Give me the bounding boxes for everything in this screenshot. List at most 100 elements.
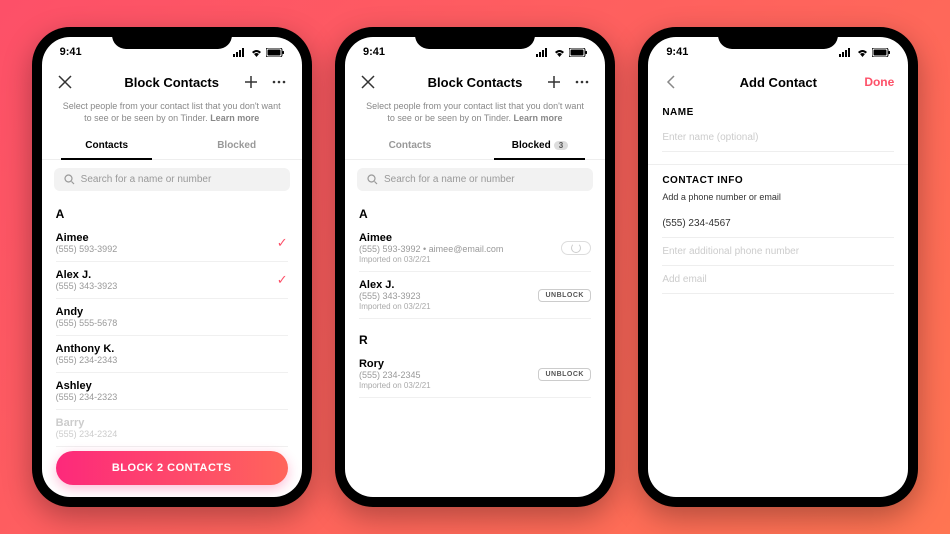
contact-row[interactable]: Barry(555) 234-2324: [56, 410, 288, 447]
name-label: NAME: [662, 107, 894, 118]
contact-phone: (555) 343-3923: [56, 281, 118, 291]
contact-row[interactable]: Alex J.(555) 343-3923 ✓: [56, 262, 288, 299]
contact-phone: (555) 234-2323: [56, 392, 118, 402]
status-time: 9:41: [363, 46, 385, 58]
contact-meta: Imported on 03/2/21: [359, 302, 431, 311]
search-icon: [64, 174, 75, 185]
header: Add Contact Done: [648, 67, 908, 97]
header: Block Contacts: [345, 67, 605, 97]
name-input[interactable]: Enter name (optional): [662, 124, 894, 152]
notch: [112, 27, 232, 49]
close-icon: [58, 75, 72, 89]
phone-frame-2: 9:41 Block Contacts Select peopl: [335, 27, 615, 507]
learn-more-link[interactable]: Learn more: [514, 113, 563, 123]
add-button[interactable]: [242, 73, 260, 91]
section-header-a: A: [359, 207, 591, 221]
add-button[interactable]: [545, 73, 563, 91]
tab-blocked[interactable]: Blocked: [172, 132, 302, 159]
phone-input[interactable]: (555) 234-4567: [662, 210, 894, 238]
contact-name: Andy: [56, 306, 118, 318]
plus-icon: [547, 75, 561, 89]
screen-2: 9:41 Block Contacts Select peopl: [345, 37, 605, 497]
tab-blocked[interactable]: Blocked3: [475, 132, 605, 159]
unblock-button[interactable]: UNBLOCK: [538, 289, 591, 302]
notch: [415, 27, 535, 49]
blocked-count-badge: 3: [554, 141, 568, 150]
phone-frame-1: 9:41 Block Contacts Select peopl: [32, 27, 312, 507]
unblock-button[interactable]: UNBLOCK: [538, 368, 591, 381]
block-contacts-button[interactable]: BLOCK 2 CONTACTS: [56, 451, 288, 485]
screen-3: 9:41 Add Contact Done NAME Enter name (o…: [648, 37, 908, 497]
subtitle: Select people from your contact list tha…: [345, 97, 605, 132]
chevron-left-icon: [666, 75, 676, 89]
signal-icon: [839, 48, 853, 57]
battery-icon: [872, 48, 890, 57]
contact-name: Aimee: [359, 232, 503, 244]
search-input[interactable]: Search for a name or number: [357, 168, 593, 191]
contact-name: Rory: [359, 358, 431, 370]
contact-row[interactable]: Aimee(555) 593-3992 ✓: [56, 225, 288, 262]
contact-row[interactable]: Anthony K.(555) 234-2343: [56, 336, 288, 373]
contact-name: Ashley: [56, 380, 118, 392]
blocked-list[interactable]: A Aimee (555) 593-3992 • aimee@email.com…: [345, 199, 605, 497]
learn-more-link[interactable]: Learn more: [210, 113, 259, 123]
more-icon: [272, 80, 286, 84]
notch: [718, 27, 838, 49]
header: Block Contacts: [42, 67, 302, 97]
status-time: 9:41: [60, 46, 82, 58]
email-input[interactable]: Add email: [662, 266, 894, 294]
search-placeholder: Search for a name or number: [384, 174, 515, 185]
contact-name: Anthony K.: [56, 343, 118, 355]
plus-icon: [244, 75, 258, 89]
signal-icon: [233, 48, 247, 57]
contact-name: Alex J.: [56, 269, 118, 281]
contact-detail: (555) 234-2345: [359, 370, 431, 380]
contact-name: Aimee: [56, 232, 118, 244]
contact-row[interactable]: Ashley(555) 234-2323: [56, 373, 288, 410]
info-sublabel: Add a phone number or email: [662, 192, 894, 202]
wifi-icon: [250, 48, 263, 57]
contact-phone: (555) 593-3992: [56, 244, 118, 254]
section-header-r: R: [359, 333, 591, 347]
tabs: Contacts Blocked3: [345, 132, 605, 160]
contact-name: Barry: [56, 417, 118, 429]
search-icon: [367, 174, 378, 185]
phone2-input[interactable]: Enter additional phone number: [662, 238, 894, 266]
close-icon: [361, 75, 375, 89]
more-icon: [575, 80, 589, 84]
contact-name: Alex J.: [359, 279, 431, 291]
more-button[interactable]: [573, 73, 591, 91]
check-icon: ✓: [277, 235, 288, 251]
phone-frame-3: 9:41 Add Contact Done NAME Enter name (o…: [638, 27, 918, 507]
blocked-row: Rory (555) 234-2345 Imported on 03/2/21 …: [359, 351, 591, 398]
close-button[interactable]: [56, 73, 74, 91]
tab-contacts[interactable]: Contacts: [42, 132, 172, 159]
section-header-a: A: [56, 207, 288, 221]
check-icon: ✓: [277, 272, 288, 288]
contact-row[interactable]: Andy(555) 555-5678: [56, 299, 288, 336]
signal-icon: [536, 48, 550, 57]
contact-phone: (555) 234-2343: [56, 355, 118, 365]
contact-detail: (555) 593-3992 • aimee@email.com: [359, 244, 503, 254]
contact-meta: Imported on 03/2/21: [359, 255, 503, 264]
tabs: Contacts Blocked: [42, 132, 302, 160]
more-button[interactable]: [270, 73, 288, 91]
page-title: Block Contacts: [428, 75, 523, 90]
search-input[interactable]: Search for a name or number: [54, 168, 290, 191]
close-button[interactable]: [359, 73, 377, 91]
wifi-icon: [553, 48, 566, 57]
done-button[interactable]: Done: [864, 75, 894, 89]
name-section: NAME Enter name (optional): [648, 97, 908, 165]
battery-icon: [569, 48, 587, 57]
contact-phone: (555) 555-5678: [56, 318, 118, 328]
subtitle: Select people from your contact list tha…: [42, 97, 302, 132]
status-icons: [233, 48, 284, 57]
tab-contacts[interactable]: Contacts: [345, 132, 475, 159]
blocked-row: Aimee (555) 593-3992 • aimee@email.com I…: [359, 225, 591, 272]
back-button[interactable]: [662, 73, 680, 91]
page-title: Add Contact: [740, 75, 817, 90]
contact-phone: (555) 234-2324: [56, 429, 118, 439]
search-placeholder: Search for a name or number: [81, 174, 212, 185]
wifi-icon: [856, 48, 869, 57]
battery-icon: [266, 48, 284, 57]
